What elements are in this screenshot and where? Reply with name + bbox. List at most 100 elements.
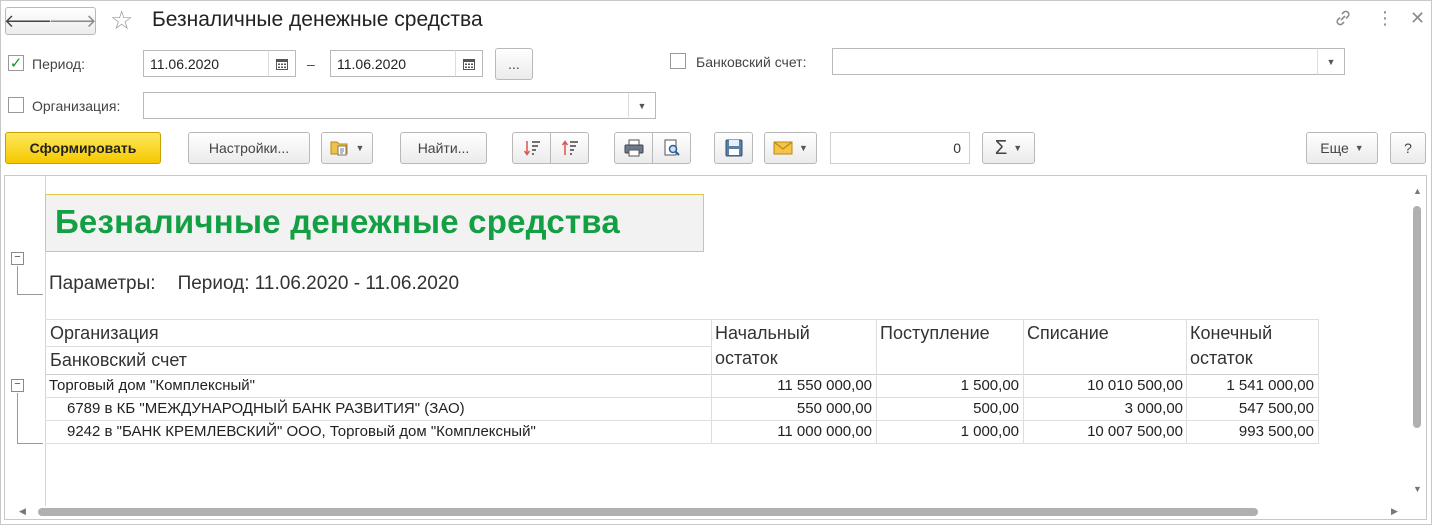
bank-account-field[interactable]: [832, 48, 1318, 75]
column-header-closing-1: Конечный: [1190, 323, 1273, 343]
report-parameters: Параметры: Период: 11.06.2020 - 11.06.202…: [49, 273, 459, 295]
tree-line: [17, 393, 18, 443]
table-border: [1318, 319, 1319, 444]
row-closing: 993 500,00: [1238, 423, 1314, 440]
table-border: [1023, 319, 1024, 374]
tree-line: [17, 443, 43, 444]
column-header-bank-account: Банковский счет: [50, 350, 188, 370]
sum-aggregate-button[interactable]: Σ ▼: [982, 132, 1035, 164]
date-from-calendar-button[interactable]: [268, 50, 296, 77]
arrow-right-icon: 🡒: [48, 10, 97, 31]
row-incoming: 500,00: [973, 400, 1019, 417]
chevron-down-icon: ▼: [1013, 143, 1023, 153]
back-button[interactable]: 🡐: [4, 7, 52, 35]
table-border: [45, 319, 1318, 320]
print-preview-icon: [664, 139, 680, 156]
more-button-label: Еще: [1320, 140, 1349, 156]
column-header-outgoing: Списание: [1027, 323, 1109, 343]
collapse-toggle-icon[interactable]: −: [11, 252, 24, 265]
table-border: [1186, 319, 1187, 374]
table-border: [876, 319, 877, 374]
report-variants-button[interactable]: ▼: [321, 132, 373, 164]
send-email-button[interactable]: ▼: [764, 132, 817, 164]
table-border: [45, 420, 1318, 421]
close-icon[interactable]: ✕: [1410, 8, 1425, 29]
period-checkbox[interactable]: ✓: [8, 55, 24, 72]
print-preview-button[interactable]: [652, 132, 691, 164]
find-button[interactable]: Найти...: [400, 132, 487, 164]
table-border: [45, 374, 1318, 375]
horizontal-scrollbar-thumb[interactable]: [38, 508, 1258, 516]
row-incoming: 1 000,00: [960, 423, 1019, 440]
more-menu-icon[interactable]: ⋮: [1376, 8, 1394, 29]
column-header-incoming: Поступление: [880, 323, 990, 343]
help-button[interactable]: ?: [1390, 132, 1426, 164]
collapse-toggle-icon[interactable]: −: [11, 379, 24, 392]
row-outgoing: 10 007 500,00: [1087, 423, 1183, 440]
sort-ascending-icon: [561, 140, 578, 155]
print-button[interactable]: [614, 132, 653, 164]
row-opening: 550 000,00: [796, 400, 872, 417]
row-opening: 11 550 000,00: [777, 377, 872, 394]
calendar-icon: [463, 58, 475, 70]
period-label: Период:: [32, 56, 85, 72]
save-button[interactable]: [714, 132, 753, 164]
row-name: 9242 в "БАНК КРЕМЛЕВСКИЙ" ООО, Торговый …: [67, 423, 536, 440]
row-name: Торговый дом "Комплексный": [49, 377, 255, 394]
settings-button[interactable]: Настройки...: [188, 132, 310, 164]
date-to-calendar-button[interactable]: [455, 50, 483, 77]
date-from-field[interactable]: 11.06.2020: [143, 50, 269, 77]
report-title: Безналичные денежные средства: [45, 194, 704, 252]
printer-icon: [624, 139, 643, 157]
organization-label: Организация:: [32, 98, 121, 114]
row-outgoing: 10 010 500,00: [1087, 377, 1183, 394]
bank-account-dropdown-button[interactable]: ▼: [1317, 48, 1345, 75]
tree-line: [17, 294, 43, 295]
report-area[interactable]: Безналичные денежные средства − Параметр…: [4, 175, 1427, 520]
chevron-down-icon: ▼: [1326, 56, 1336, 67]
column-header-opening-1: Начальный: [715, 323, 810, 343]
forward-button[interactable]: 🡒: [48, 7, 97, 35]
row-opening: 11 000 000,00: [777, 423, 872, 440]
organization-dropdown-button[interactable]: ▼: [628, 92, 656, 119]
table-border: [45, 397, 1318, 398]
favorite-star-icon[interactable]: ☆: [110, 6, 133, 34]
more-button[interactable]: Еще ▼: [1306, 132, 1378, 164]
row-closing: 1 541 000,00: [1226, 377, 1314, 394]
link-icon[interactable]: [1333, 8, 1353, 28]
date-to-field[interactable]: 11.06.2020: [330, 50, 456, 77]
period-select-button[interactable]: ...: [495, 48, 533, 80]
scroll-down-arrow-icon[interactable]: ▼: [1413, 484, 1422, 494]
period-dash: –: [307, 56, 315, 72]
row-incoming: 1 500,00: [960, 377, 1019, 394]
calendar-icon: [276, 58, 288, 70]
column-header-closing-2: остаток: [1190, 348, 1253, 368]
sum-field[interactable]: 0: [830, 132, 970, 164]
table-border: [876, 374, 877, 444]
table-border: [1186, 374, 1187, 444]
generate-report-button[interactable]: Сформировать: [5, 132, 161, 164]
tree-line: [17, 266, 18, 294]
table-border: [45, 346, 711, 347]
sort-descending-button[interactable]: [512, 132, 551, 164]
column-header-organization: Организация: [50, 323, 159, 343]
report-variants-icon: [330, 141, 348, 156]
organization-checkbox[interactable]: [8, 97, 24, 113]
chevron-down-icon: ▼: [1354, 143, 1364, 153]
scroll-up-arrow-icon[interactable]: ▲: [1413, 186, 1422, 196]
scroll-left-arrow-icon[interactable]: ◀: [19, 506, 26, 517]
checkmark-icon: ✓: [9, 55, 23, 72]
floppy-disk-icon: [725, 139, 742, 157]
row-closing: 547 500,00: [1238, 400, 1314, 417]
sigma-icon: Σ: [994, 136, 1008, 159]
sort-ascending-button[interactable]: [550, 132, 589, 164]
bank-account-checkbox[interactable]: [670, 53, 686, 69]
chevron-down-icon: ▼: [637, 100, 647, 111]
scroll-right-arrow-icon[interactable]: ▶: [1391, 506, 1398, 517]
column-header-opening-2: остаток: [715, 348, 778, 368]
row-outgoing: 3 000,00: [1124, 400, 1183, 417]
organization-field[interactable]: [143, 92, 629, 119]
table-border: [1023, 374, 1024, 444]
vertical-scrollbar-thumb[interactable]: [1413, 206, 1421, 428]
params-value: Период: 11.06.2020 - 11.06.2020: [177, 273, 460, 294]
